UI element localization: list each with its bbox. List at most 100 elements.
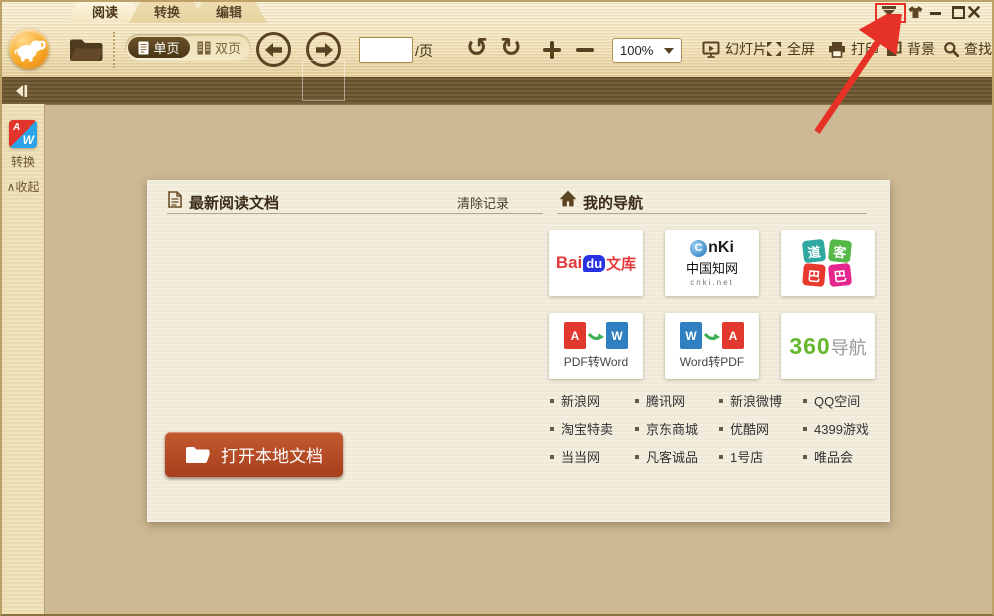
rotate-left-button[interactable]: ↺ bbox=[466, 35, 488, 61]
nav-link-4399[interactable]: 4399游戏 bbox=[803, 419, 869, 438]
collapse-left-icon bbox=[12, 83, 29, 99]
single-page-button[interactable]: 单页 bbox=[128, 37, 190, 58]
open-file-button[interactable] bbox=[68, 36, 105, 68]
sidebar-collapse-label: 收起 bbox=[15, 180, 39, 194]
sidebar-convert-label: 转换 bbox=[2, 153, 44, 170]
page-number-input[interactable] bbox=[359, 37, 413, 63]
nav-link-label: 优酷网 bbox=[730, 419, 769, 438]
nav-link-jd[interactable]: 京东商城 bbox=[635, 419, 698, 438]
home-icon bbox=[559, 190, 577, 207]
doc88-char-4: 巴 bbox=[828, 263, 852, 287]
find-button[interactable]: 查找 bbox=[943, 39, 992, 59]
nav-link-dangdang[interactable]: 当当网 bbox=[550, 447, 600, 466]
nav-link-yhd[interactable]: 1号店 bbox=[719, 447, 763, 466]
skin-icon[interactable] bbox=[907, 5, 924, 24]
nav-link-youku[interactable]: 优酷网 bbox=[719, 419, 769, 438]
page-mode-toggle: 单页 双页 bbox=[125, 34, 251, 61]
double-page-label: 双页 bbox=[215, 38, 241, 57]
toolbar-separator bbox=[113, 32, 115, 68]
close-button[interactable] bbox=[968, 5, 980, 17]
open-local-document-label: 打开本地文档 bbox=[221, 442, 323, 467]
bullet-icon bbox=[550, 399, 554, 403]
pdf-to-word-tool-button[interactable]: A W bbox=[9, 120, 37, 148]
nav-tile-doc88[interactable]: 道 客 巴 巴 bbox=[781, 230, 875, 296]
recent-docs-title: 最新阅读文档 bbox=[189, 192, 279, 213]
nav-link-label: 腾讯网 bbox=[646, 391, 685, 410]
pdf-glyph: A bbox=[13, 122, 20, 133]
fullscreen-icon bbox=[766, 41, 782, 57]
nav-link-label: 唯品会 bbox=[814, 447, 853, 466]
nav-link-label: 4399游戏 bbox=[814, 419, 869, 438]
nav-link-label: 凡客诚品 bbox=[646, 447, 698, 466]
print-icon bbox=[828, 41, 846, 58]
double-page-button[interactable]: 双页 bbox=[190, 37, 248, 58]
nav-link-label: 新浪网 bbox=[561, 391, 600, 410]
search-icon bbox=[943, 41, 959, 57]
my-navigation-title: 我的导航 bbox=[583, 192, 643, 213]
previous-page-button[interactable] bbox=[256, 32, 291, 67]
bullet-icon bbox=[635, 455, 639, 459]
rotate-right-button[interactable]: ↻ bbox=[500, 35, 522, 61]
nav-link-qzone[interactable]: QQ空间 bbox=[803, 391, 860, 410]
focus-highlight-box bbox=[302, 60, 345, 101]
nav-link-label: QQ空间 bbox=[814, 391, 860, 410]
nav-tile-cnki[interactable]: C nKi 中国知网 cnki.net bbox=[665, 230, 759, 296]
shirt-icon bbox=[907, 5, 924, 19]
zoom-level-select[interactable]: 100% bbox=[612, 38, 682, 63]
nav-link-sina[interactable]: 新浪网 bbox=[550, 391, 600, 410]
zoom-level-value: 100% bbox=[613, 43, 664, 58]
clear-history-button[interactable]: 清除记录 bbox=[457, 193, 509, 212]
nav-tile-word-to-pdf[interactable]: W A Word转PDF bbox=[665, 313, 759, 379]
find-label: 查找 bbox=[964, 39, 992, 59]
word-doc-icon: W bbox=[680, 322, 702, 349]
pdf-to-word-logo: A W bbox=[564, 322, 628, 349]
pdf-doc-icon: A bbox=[564, 322, 586, 349]
bullet-icon bbox=[550, 427, 554, 431]
pdf-to-word-label: PDF转Word bbox=[564, 353, 628, 370]
nav-tile-360-nav[interactable]: 360导航 bbox=[781, 313, 875, 379]
bullet-icon bbox=[803, 427, 807, 431]
nav-link-vancl[interactable]: 凡客诚品 bbox=[635, 447, 698, 466]
open-local-document-button[interactable]: 打开本地文档 bbox=[165, 432, 343, 477]
nav-link-label: 京东商城 bbox=[646, 419, 698, 438]
page-suffix-label: /页 bbox=[415, 41, 433, 61]
nav-tile-pdf-to-word[interactable]: A W PDF转Word bbox=[549, 313, 643, 379]
recent-docs-underline bbox=[167, 213, 543, 214]
annotation-highlight-box bbox=[875, 3, 906, 23]
single-page-label: 单页 bbox=[153, 38, 179, 57]
cnki-brand-text: nKi bbox=[708, 239, 734, 257]
slideshow-button[interactable]: 幻灯片 bbox=[702, 39, 767, 59]
bullet-icon bbox=[635, 399, 639, 403]
elephant-icon bbox=[9, 29, 49, 69]
word-glyph: W bbox=[23, 133, 34, 147]
fullscreen-button[interactable]: 全屏 bbox=[766, 39, 815, 59]
nav-link-weibo[interactable]: 新浪微博 bbox=[719, 391, 782, 410]
bullet-icon bbox=[719, 455, 723, 459]
360-suffix-text: 导航 bbox=[831, 338, 867, 358]
zoom-out-button[interactable] bbox=[576, 41, 594, 59]
single-page-icon bbox=[138, 41, 149, 55]
print-button[interactable]: 打印 bbox=[828, 39, 879, 59]
nav-link-label: 淘宝特卖 bbox=[561, 419, 613, 438]
nav-link-qq[interactable]: 腾讯网 bbox=[635, 391, 685, 410]
close-icon bbox=[968, 6, 980, 18]
tab-edit[interactable]: 编辑 bbox=[191, 2, 267, 23]
background-button[interactable]: 背景 bbox=[886, 39, 935, 59]
nav-tile-baidu-wenku[interactable]: Bai du 文库 bbox=[549, 230, 643, 296]
nav-link-label: 当当网 bbox=[561, 447, 600, 466]
minimize-button[interactable] bbox=[930, 12, 941, 15]
collapse-sidebar-button[interactable] bbox=[12, 83, 29, 104]
maximize-button[interactable] bbox=[952, 6, 965, 19]
zoom-in-button[interactable] bbox=[543, 41, 561, 59]
sidebar-collapse-button[interactable]: ∧收起 bbox=[2, 178, 44, 195]
nav-link-vip[interactable]: 唯品会 bbox=[803, 447, 853, 466]
cnki-url: cnki.net bbox=[690, 278, 734, 287]
open-folder-icon bbox=[185, 445, 211, 465]
cnki-subtitle: 中国知网 bbox=[686, 258, 738, 277]
word-to-pdf-label: Word转PDF bbox=[680, 353, 744, 370]
background-icon bbox=[886, 41, 902, 57]
nav-link-label: 1号店 bbox=[730, 447, 763, 466]
bullet-icon bbox=[550, 455, 554, 459]
nav-link-taobao[interactable]: 淘宝特卖 bbox=[550, 419, 613, 438]
left-sidebar: A W 转换 ∧收起 bbox=[2, 104, 45, 614]
